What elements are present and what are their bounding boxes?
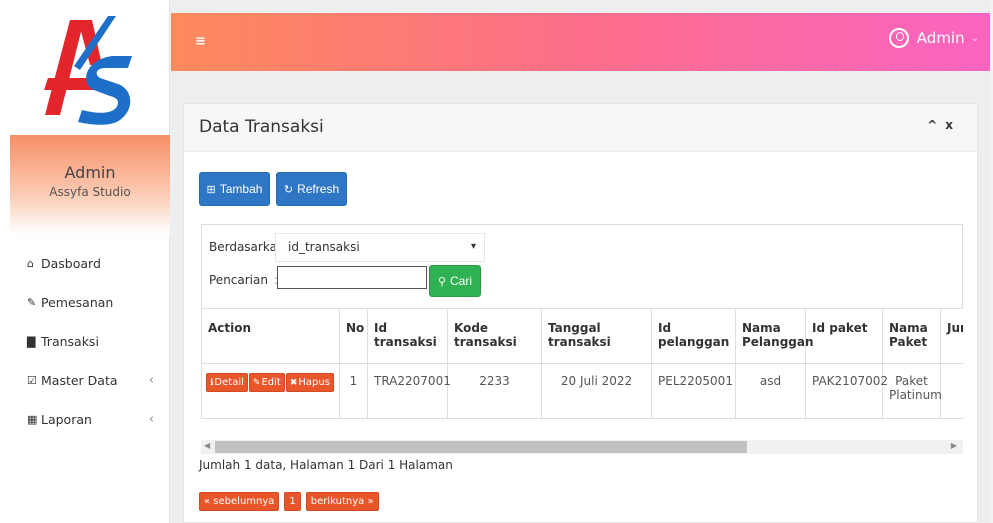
top-navbar: ≡ Admin ⌄ bbox=[171, 13, 993, 71]
cari-button[interactable]: ⚲ Cari bbox=[429, 265, 481, 297]
sidebar-menu: ⌂ Dasboard ✎ Pemesanan ▇ Transaksi ☑ Mas… bbox=[0, 244, 170, 439]
cell-kode-transaksi: 2233 bbox=[447, 363, 542, 419]
chevron-left-icon: ‹ bbox=[148, 412, 154, 427]
refresh-button[interactable]: ↻ Refresh bbox=[276, 172, 347, 206]
user-icon bbox=[888, 28, 909, 48]
chevron-left-icon: ‹ bbox=[148, 373, 154, 388]
cell-jumlah bbox=[940, 363, 963, 419]
cell-no: 1 bbox=[339, 363, 368, 419]
user-name: Admin bbox=[64, 163, 116, 182]
cell-id-transaksi: TRA2207001 bbox=[367, 363, 451, 419]
cell-id-pelanggan: PEL2205001 bbox=[651, 363, 736, 419]
search-input[interactable] bbox=[277, 266, 427, 289]
column-header: Action bbox=[201, 308, 340, 364]
sidebar-item-master-data[interactable]: ☑ Master Data ‹ bbox=[0, 361, 170, 400]
edit-label: Edit bbox=[261, 377, 281, 388]
cell-id-paket: PAK2107002 bbox=[805, 363, 888, 419]
cell-tanggal-transaksi: 20 Juli 2022 bbox=[541, 363, 652, 419]
table-header-row: Action No Id transaksi Kode transaksi Ta… bbox=[201, 308, 963, 364]
detail-label: Detail bbox=[214, 377, 244, 388]
edit-button[interactable]: ✎Edit bbox=[248, 373, 285, 392]
column-header: Id transaksi bbox=[367, 308, 448, 364]
sidebar-item-label: Master Data bbox=[41, 373, 118, 388]
prev-page-button[interactable]: « sebelumnya bbox=[199, 492, 280, 511]
column-header: Kode transaksi bbox=[447, 308, 542, 364]
plus-square-icon: ⊞ bbox=[206, 183, 216, 196]
sidebar-item-label: Laporan bbox=[41, 412, 92, 427]
tambah-button[interactable]: ⊞ Tambah bbox=[199, 172, 270, 206]
edit-icon: ☑ bbox=[27, 374, 37, 387]
scrollbar-thumb[interactable] bbox=[215, 441, 747, 453]
user-subtitle: Assyfa Studio bbox=[49, 185, 131, 199]
search-panel: Berdasarkan: id_transaksi ▾ Pencarian : … bbox=[201, 224, 963, 308]
chevron-down-icon: ⌄ bbox=[970, 32, 979, 44]
hapus-label: Hapus bbox=[298, 377, 330, 388]
page-title: Data Transaksi bbox=[199, 117, 324, 137]
transaction-table-wrapper: Action No Id transaksi Kode transaksi Ta… bbox=[201, 308, 963, 423]
user-menu[interactable]: Admin ⌄ bbox=[888, 28, 979, 48]
pencarian-label: Pencarian bbox=[209, 273, 268, 287]
select-value: id_transaksi bbox=[288, 240, 360, 254]
home-icon: ⌂ bbox=[27, 257, 34, 270]
cell-nama-paket: Paket Platinum bbox=[882, 363, 942, 419]
scroll-left-arrow-icon[interactable]: ◀ bbox=[204, 441, 210, 450]
menu-toggle-icon[interactable]: ≡ bbox=[195, 34, 206, 49]
table-row: ℹDetail ✎Edit ✖Hapus 1 TRA2207001 2233 20 … bbox=[201, 363, 963, 419]
book-icon: ▇ bbox=[27, 335, 36, 348]
next-page-button[interactable]: berikutnya » bbox=[305, 492, 379, 511]
column-header: Nama Pelanggan bbox=[735, 308, 814, 364]
refresh-icon: ↻ bbox=[283, 183, 294, 196]
scroll-right-arrow-icon[interactable]: ▶ bbox=[951, 441, 957, 450]
assyfa-studio-logo bbox=[44, 16, 132, 125]
sidebar-item-label: Dasboard bbox=[41, 256, 101, 271]
calendar-icon: ▦ bbox=[27, 413, 38, 426]
user-panel: Admin Assyfa Studio bbox=[10, 135, 170, 235]
close-icon[interactable]: x bbox=[945, 118, 961, 132]
data-transaksi-panel: Data Transaksi ^x ⊞ Tambah ↻ Refresh Ber… bbox=[183, 103, 978, 523]
column-header: Jumlah bbox=[940, 308, 963, 364]
user-menu-label: Admin bbox=[916, 29, 965, 47]
column-header: Id paket bbox=[805, 308, 883, 364]
sidebar-item-transaksi[interactable]: ▇ Transaksi bbox=[0, 322, 170, 361]
column-header: No bbox=[339, 308, 368, 364]
search-icon: ⚲ bbox=[437, 275, 447, 288]
chevron-down-icon: ▾ bbox=[470, 241, 476, 252]
cell-nama-pelanggan: asd bbox=[735, 363, 806, 419]
sidebar: Admin Assyfa Studio ⌂ Dasboard ✎ Pemesan… bbox=[0, 0, 170, 523]
hapus-button[interactable]: ✖Hapus bbox=[285, 373, 334, 392]
current-page-button[interactable]: 1 bbox=[284, 492, 301, 511]
refresh-label: Refresh bbox=[297, 182, 340, 196]
sidebar-item-laporan[interactable]: ▦ Laporan ‹ bbox=[0, 400, 170, 439]
table-horizontal-scrollbar[interactable]: ◀ ▶ bbox=[201, 440, 963, 454]
tambah-label: Tambah bbox=[219, 182, 263, 196]
delete-icon: ✖ bbox=[289, 378, 298, 388]
panel-tools: ^x bbox=[927, 118, 961, 132]
transaction-table: Action No Id transaksi Kode transaksi Ta… bbox=[201, 308, 963, 419]
info-icon: ℹ bbox=[210, 378, 214, 388]
edit-icon: ✎ bbox=[252, 378, 261, 388]
column-header: Nama Paket bbox=[882, 308, 941, 364]
action-cell: ℹDetail ✎Edit ✖Hapus bbox=[201, 363, 340, 419]
collapse-icon[interactable]: ^ bbox=[927, 118, 945, 132]
cari-label: Cari bbox=[450, 274, 473, 288]
sidebar-item-label: Transaksi bbox=[41, 334, 99, 349]
pagination-info: Jumlah 1 data, Halaman 1 Dari 1 Halaman bbox=[199, 458, 453, 472]
sidebar-item-label: Pemesanan bbox=[41, 295, 114, 310]
column-header: Id pelanggan bbox=[651, 308, 736, 364]
filter-field-select[interactable]: id_transaksi ▾ bbox=[275, 233, 485, 262]
pagination: « sebelumnya 1 berikutnya » bbox=[199, 492, 384, 511]
sidebar-item-dasboard[interactable]: ⌂ Dasboard bbox=[0, 244, 170, 283]
panel-header: Data Transaksi ^x bbox=[184, 104, 977, 152]
column-header: Tanggal transaksi bbox=[541, 308, 652, 364]
sidebar-item-pemesanan[interactable]: ✎ Pemesanan bbox=[0, 283, 170, 322]
pencil-icon: ✎ bbox=[27, 296, 37, 309]
detail-button[interactable]: ℹDetail bbox=[206, 373, 248, 392]
